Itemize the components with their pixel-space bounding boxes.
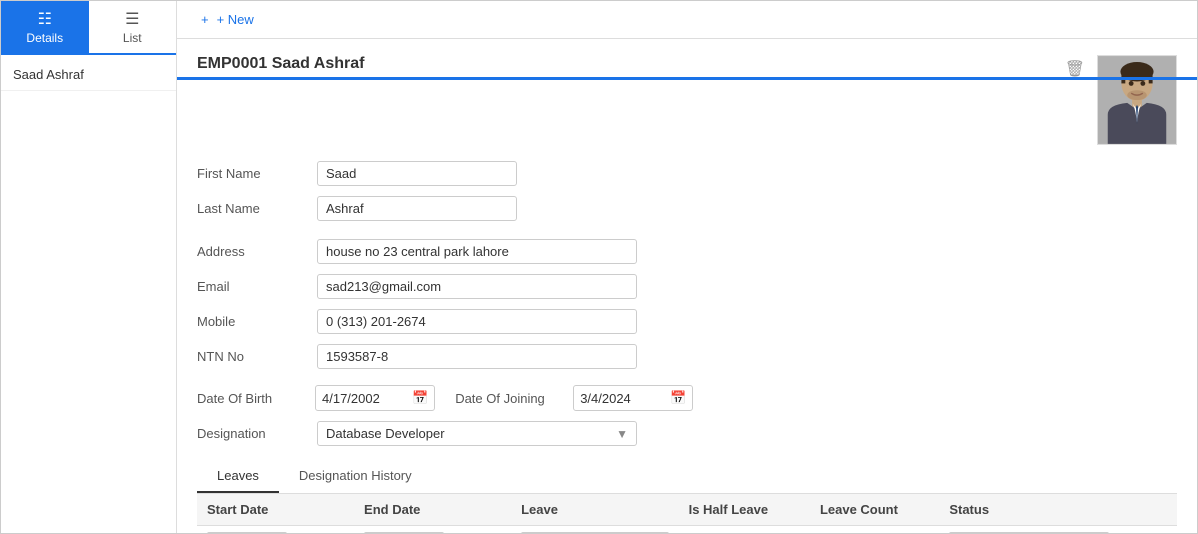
new-icon: + xyxy=(201,12,209,27)
dob-input-wrap: 📅 xyxy=(315,385,435,411)
designation-select[interactable]: Database Developer Software Engineer Pro… xyxy=(318,422,608,445)
last-name-input[interactable] xyxy=(317,196,517,221)
avatar-image xyxy=(1098,55,1176,145)
leaves-table: Start Date End Date Leave Is Half Leave … xyxy=(197,494,1177,533)
last-name-row: Last Name xyxy=(197,196,1177,221)
tab-list[interactable]: ☰ List xyxy=(89,1,177,53)
email-label: Email xyxy=(197,279,317,294)
first-name-label: First Name xyxy=(197,166,317,181)
last-name-label: Last Name xyxy=(197,201,317,216)
dob-input[interactable] xyxy=(316,387,406,410)
mobile-input[interactable] xyxy=(317,309,637,334)
form-header-right: 🗑 xyxy=(1065,55,1177,145)
row1-status-select-wrap: Pending Approved Rejected ▼ xyxy=(949,532,1109,533)
row1-leave-count: .5 xyxy=(810,526,939,534)
sidebar-item-saad-ashraf[interactable]: Saad Ashraf xyxy=(1,59,176,91)
leaves-table-body: 📅 📅 Casual xyxy=(197,526,1177,534)
form-fields: First Name Last Name Address xyxy=(197,161,1177,460)
row1-end-date-cell: 📅 xyxy=(364,532,501,533)
col-leave-count: Leave Count xyxy=(810,494,939,526)
form-header: EMP0001 Saad Ashraf 🗑 xyxy=(197,55,1177,145)
email-row: Email xyxy=(197,274,1177,299)
tab-details-label: Details xyxy=(26,31,63,45)
row1-start-date-input[interactable] xyxy=(207,532,287,533)
date-row: Date Of Birth 📅 Date Of Joining 📅 xyxy=(197,385,1177,411)
mobile-row: Mobile xyxy=(197,309,1177,334)
address-row: Address xyxy=(197,239,1177,264)
toolbar: + + New xyxy=(177,1,1197,39)
doj-input-wrap: 📅 xyxy=(573,385,693,411)
leaves-table-header: Start Date End Date Leave Is Half Leave … xyxy=(197,494,1177,526)
list-icon: ☰ xyxy=(125,9,139,29)
sidebar-tabs: ☷ Details ☰ List xyxy=(1,1,176,55)
new-button[interactable]: + + New xyxy=(193,8,262,31)
col-status: Status xyxy=(939,494,1177,526)
ntn-label: NTN No xyxy=(197,349,317,364)
tab-designation-history[interactable]: Designation History xyxy=(279,460,432,493)
row1-start-date-cell: 📅 xyxy=(207,532,344,533)
tab-list-label: List xyxy=(123,31,142,45)
row1-end-date-input[interactable] xyxy=(364,532,444,533)
avatar xyxy=(1097,55,1177,145)
address-input-wrap xyxy=(317,239,637,264)
designation-label: Designation xyxy=(197,426,317,441)
row1-is-half-leave xyxy=(679,526,810,534)
address-input[interactable] xyxy=(317,239,637,264)
mobile-input-wrap xyxy=(317,309,637,334)
mobile-label: Mobile xyxy=(197,314,317,329)
leaves-header-row: Start Date End Date Leave Is Half Leave … xyxy=(197,494,1177,526)
dob-label: Date Of Birth xyxy=(197,391,307,406)
ntn-input-wrap xyxy=(317,344,637,369)
sidebar-list: Saad Ashraf xyxy=(1,55,176,533)
first-name-input-wrap xyxy=(317,161,517,186)
address-label: Address xyxy=(197,244,317,259)
tabs-bar: Leaves Designation History xyxy=(197,460,1177,494)
doj-label: Date Of Joining xyxy=(455,391,565,406)
row1-leave-select-wrap: Casual Annual Sick Unpaid ▼ xyxy=(521,532,669,533)
row1-status: Pending Approved Rejected ▼ xyxy=(939,526,1177,534)
dob-calendar-icon[interactable]: 📅 xyxy=(406,386,434,410)
main-content: + + New EMP0001 Saad Ashraf 🗑 xyxy=(177,1,1197,533)
col-end-date: End Date xyxy=(354,494,511,526)
ntn-input[interactable] xyxy=(317,344,637,369)
delete-icon[interactable]: 🗑 xyxy=(1065,59,1085,79)
col-is-half-leave: Is Half Leave xyxy=(679,494,810,526)
doj-field: Date Of Joining 📅 xyxy=(455,385,693,411)
first-name-row: First Name xyxy=(197,161,1177,186)
row1-leave: Casual Annual Sick Unpaid ▼ xyxy=(511,526,679,534)
col-start-date: Start Date xyxy=(197,494,354,526)
details-icon: ☷ xyxy=(38,9,52,29)
dob-field: Date Of Birth 📅 xyxy=(197,385,435,411)
email-input[interactable] xyxy=(317,274,637,299)
designation-chevron-icon: ▼ xyxy=(608,423,636,445)
form-area: EMP0001 Saad Ashraf 🗑 xyxy=(177,39,1197,533)
sidebar: ☷ Details ☰ List Saad Ashraf xyxy=(1,1,177,533)
email-input-wrap xyxy=(317,274,637,299)
doj-input[interactable] xyxy=(574,387,664,410)
new-label: + New xyxy=(217,12,254,27)
row1-end-date: 📅 xyxy=(354,526,511,534)
blue-accent-bar xyxy=(177,77,1197,80)
col-leave: Leave xyxy=(511,494,679,526)
tab-leaves[interactable]: Leaves xyxy=(197,460,279,493)
doj-calendar-icon[interactable]: 📅 xyxy=(664,386,692,410)
designation-row: Designation Database Developer Software … xyxy=(197,421,1177,446)
form-title: EMP0001 Saad Ashraf xyxy=(197,55,364,73)
table-row: 📅 📅 Casual xyxy=(197,526,1177,534)
last-name-input-wrap xyxy=(317,196,517,221)
first-name-input[interactable] xyxy=(317,161,517,186)
row1-start-date: 📅 xyxy=(197,526,354,534)
designation-select-wrap: Database Developer Software Engineer Pro… xyxy=(317,421,637,446)
ntn-row: NTN No xyxy=(197,344,1177,369)
tab-details[interactable]: ☷ Details xyxy=(1,1,89,53)
